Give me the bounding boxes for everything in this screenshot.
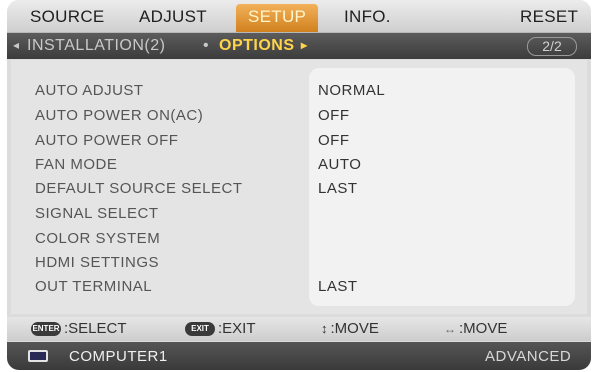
- setting-label-signal-select[interactable]: SIGNAL SELECT: [35, 205, 158, 222]
- left-right-arrow-icon: ↔: [444, 321, 456, 336]
- setting-label-auto-adjust[interactable]: AUTO ADJUST: [35, 82, 144, 99]
- options-panel: AUTO ADJUST NORMAL AUTO POWER ON(AC) OFF…: [11, 60, 587, 314]
- help-exit-label: :EXIT: [218, 320, 256, 337]
- setting-label-fan-mode[interactable]: FAN MODE: [35, 156, 117, 173]
- left-arrow-icon[interactable]: ◂: [13, 38, 20, 52]
- help-select: ENTER :SELECT: [31, 320, 127, 337]
- right-arrow-icon[interactable]: ▸: [301, 38, 308, 52]
- setting-label-out-terminal[interactable]: OUT TERMINAL: [35, 278, 152, 295]
- setting-label-default-source-select[interactable]: DEFAULT SOURCE SELECT: [35, 180, 243, 197]
- tab-bar: SOURCE ADJUST SETUP INFO. RESET: [7, 0, 591, 33]
- setting-label-color-system[interactable]: COLOR SYSTEM: [35, 230, 160, 247]
- setting-value-fan-mode[interactable]: AUTO: [318, 156, 361, 173]
- help-move-horizontal: ↔ :MOVE: [444, 320, 507, 337]
- subpage-bar: ◂ INSTALLATION(2) • OPTIONS ▸ 2/2: [7, 33, 591, 59]
- projector-osd-menu: SOURCE ADJUST SETUP INFO. RESET ◂ INSTAL…: [7, 0, 591, 370]
- tab-info[interactable]: INFO.: [344, 7, 391, 27]
- setting-label-auto-power-off[interactable]: AUTO POWER OFF: [35, 132, 178, 149]
- help-exit: EXIT :EXIT: [185, 320, 256, 337]
- page-indicator: 2/2: [527, 37, 577, 56]
- subtab-options[interactable]: OPTIONS: [219, 37, 295, 55]
- tab-source[interactable]: SOURCE: [30, 7, 105, 27]
- menu-level: ADVANCED: [485, 348, 572, 365]
- setting-value-auto-power-off[interactable]: OFF: [318, 132, 350, 149]
- source-name: COMPUTER1: [69, 348, 168, 365]
- tab-adjust[interactable]: ADJUST: [139, 7, 207, 27]
- help-move-horizontal-label: :MOVE: [459, 320, 508, 337]
- tab-setup[interactable]: SETUP: [236, 4, 319, 32]
- help-bar: ENTER :SELECT EXIT :EXIT ↕ :MOVE ↔ :MOVE: [7, 317, 591, 341]
- setting-value-default-source-select[interactable]: LAST: [318, 180, 358, 197]
- separator-dot-icon: •: [203, 37, 210, 54]
- subtab-installation-2[interactable]: INSTALLATION(2): [27, 37, 165, 55]
- setting-value-auto-adjust[interactable]: NORMAL: [318, 82, 385, 99]
- exit-key-icon: EXIT: [185, 321, 215, 336]
- setting-label-auto-power-on[interactable]: AUTO POWER ON(AC): [35, 107, 203, 124]
- setting-label-hdmi-settings[interactable]: HDMI SETTINGS: [35, 254, 159, 271]
- setting-value-out-terminal[interactable]: LAST: [318, 278, 358, 295]
- help-move-vertical-label: :MOVE: [330, 320, 379, 337]
- status-bar: COMPUTER1 ADVANCED: [7, 342, 591, 370]
- setting-value-auto-power-on[interactable]: OFF: [318, 107, 350, 124]
- help-select-label: :SELECT: [64, 320, 127, 337]
- up-down-arrow-icon: ↕: [321, 321, 328, 336]
- enter-key-icon: ENTER: [31, 321, 61, 336]
- monitor-icon: [28, 350, 48, 362]
- tab-reset[interactable]: RESET: [520, 7, 578, 27]
- help-move-vertical: ↕ :MOVE: [321, 320, 379, 337]
